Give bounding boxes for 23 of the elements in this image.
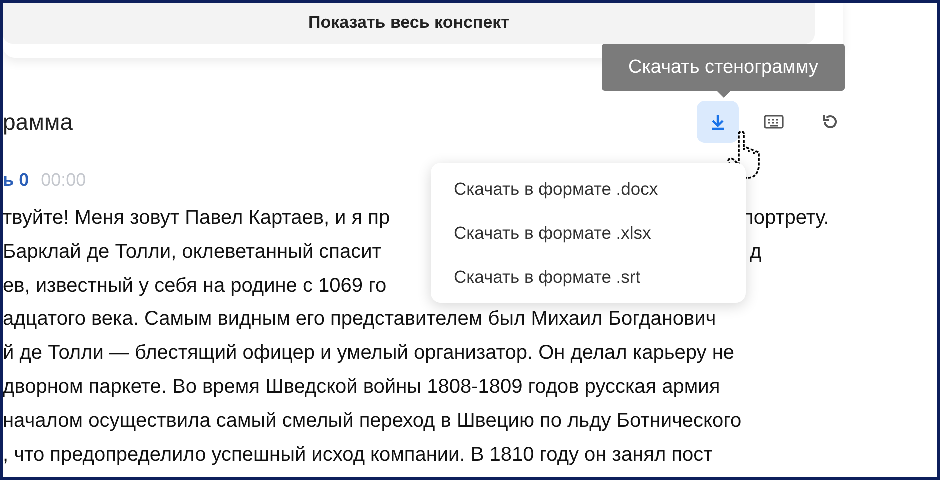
transcript-line: ев, известный у себя на родине с 1069 го	[3, 274, 387, 297]
tooltip-arrow	[717, 91, 731, 98]
keyboard-icon	[764, 115, 784, 129]
undo-icon	[821, 113, 839, 131]
transcript-line: , что предопределило успешный исход компании. В 1810 году он занял пост	[3, 444, 713, 466]
transcript-line: д	[750, 240, 762, 265]
timestamp: 00:00	[41, 170, 86, 192]
transcript-line: адцатого века. Самым видным его представителем был Михаил Богданович	[3, 308, 716, 330]
transcript-line: началом осуществила самый смелый переход в Швецию по льду Ботнического	[3, 410, 742, 432]
transcript-line: Барклай де Толли, оклеветанный спасит	[3, 240, 382, 263]
section-title: рамма	[3, 108, 73, 136]
show-summary-button[interactable]: Показать весь конспект	[3, 3, 815, 44]
speaker-name: ь 0	[3, 170, 30, 192]
download-button[interactable]	[697, 101, 739, 143]
transcript-line: й де Толли — блестящий офицер и умелый организатор. Он делал карьеру не	[3, 342, 735, 364]
transcript-line: портрету.	[743, 206, 830, 231]
menu-item[interactable]: Скачать в формате .srt	[431, 255, 746, 299]
transcript-line: дворном паркете. Во время Шведской войны 1808-1809 годов русская армия	[3, 376, 720, 398]
tooltip: Скачать стенограмму	[602, 44, 845, 91]
menu-item[interactable]: Скачать в формате .docx	[431, 167, 746, 211]
menu-item[interactable]: Скачать в формате .xlsx	[431, 211, 746, 255]
transcript-line: твуйте! Меня зовут Павел Картаев, и я пр	[3, 207, 390, 229]
download-icon	[709, 113, 727, 131]
